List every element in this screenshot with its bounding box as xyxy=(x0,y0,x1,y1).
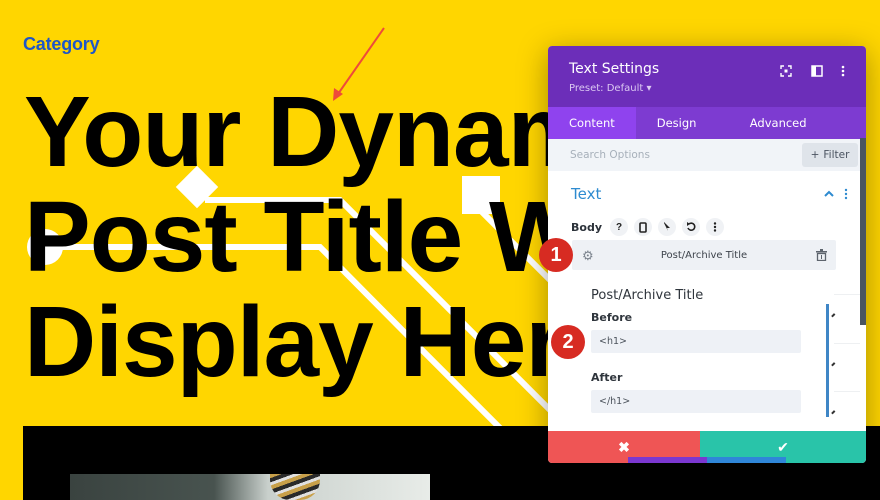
preset-dropdown[interactable]: Preset: Default ▾ xyxy=(569,83,652,94)
dynamic-content-settings: Post/Archive Title Before After xyxy=(568,278,830,428)
divider xyxy=(834,294,860,295)
panel-title: Text Settings xyxy=(569,61,660,77)
sub-settings-title: Post/Archive Title xyxy=(591,288,704,303)
edit-icon[interactable] xyxy=(831,313,837,319)
more-vertical-icon[interactable] xyxy=(706,218,724,236)
chevron-up-icon[interactable] xyxy=(824,187,834,201)
tab-advanced[interactable]: Advanced xyxy=(711,107,828,139)
trash-icon[interactable] xyxy=(816,248,827,266)
before-input[interactable] xyxy=(591,330,801,353)
filter-button[interactable]: + Filter xyxy=(802,143,858,167)
plus-icon: + xyxy=(810,149,820,161)
settings-tabs: Content Design Advanced xyxy=(548,107,866,139)
tab-design[interactable]: Design xyxy=(636,107,711,139)
annotation-badge-1: 1 xyxy=(539,238,573,272)
check-icon: ✔ xyxy=(777,438,789,455)
body-label: Body xyxy=(571,220,602,234)
divider xyxy=(834,391,860,392)
edit-icon[interactable] xyxy=(831,362,837,368)
split-view-icon[interactable] xyxy=(809,63,825,79)
panel-scrollbar[interactable] xyxy=(860,138,866,325)
text-section-toggle[interactable]: Text xyxy=(571,185,601,203)
footer-strip-purple xyxy=(628,457,707,463)
panel-header[interactable]: Text Settings Preset: Default ▾ xyxy=(548,46,866,107)
after-label: After xyxy=(591,371,623,384)
caret-down-icon: ▾ xyxy=(646,83,652,94)
text-settings-panel: Text Settings Preset: Default ▾ Content … xyxy=(548,46,866,463)
undo-icon[interactable] xyxy=(682,218,700,236)
after-input[interactable] xyxy=(591,390,801,413)
gear-icon[interactable]: ⚙ xyxy=(582,248,594,264)
dynamic-content-label: Post/Archive Title xyxy=(660,249,748,261)
dynamic-content-row[interactable]: ⚙ Post/Archive Title xyxy=(572,240,836,270)
footer-strip-blue xyxy=(707,457,786,463)
more-options-icon[interactable] xyxy=(835,63,851,79)
section-more-icon[interactable] xyxy=(844,187,848,205)
mobile-icon[interactable] xyxy=(634,218,652,236)
filter-label: Filter xyxy=(823,149,850,161)
search-options-input[interactable] xyxy=(570,139,790,171)
divider xyxy=(834,343,860,344)
lamp-image-detail xyxy=(270,474,320,500)
sub-settings-indicator xyxy=(826,304,829,417)
help-icon[interactable]: ? xyxy=(610,218,628,236)
before-label: Before xyxy=(591,311,633,324)
pointer-icon[interactable] xyxy=(658,218,676,236)
tab-content[interactable]: Content xyxy=(548,107,636,139)
annotation-badge-2: 2 xyxy=(551,325,585,359)
edit-icon[interactable] xyxy=(831,410,837,416)
body-field-header: Body ? xyxy=(571,216,724,238)
search-row: + Filter xyxy=(548,139,866,171)
close-icon: ✖ xyxy=(618,438,630,455)
focus-icon[interactable] xyxy=(778,63,794,79)
preset-label: Preset: Default xyxy=(569,83,644,94)
featured-image xyxy=(70,474,430,500)
